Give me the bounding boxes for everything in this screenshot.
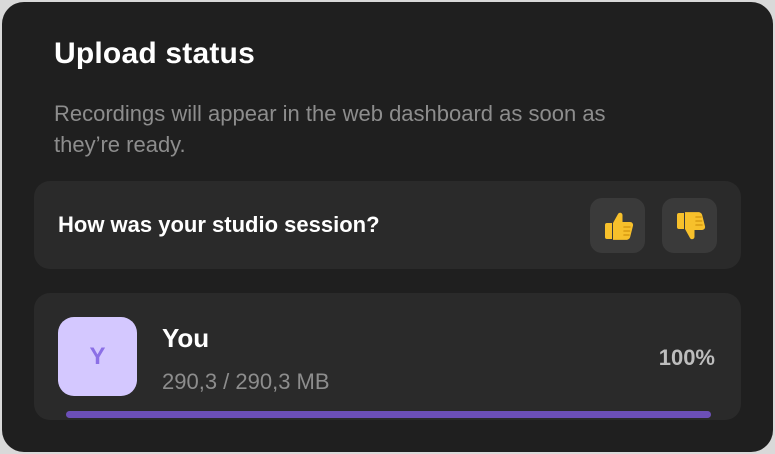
upload-item-card: Y You 290,3 / 290,3 MB 100% bbox=[34, 293, 741, 420]
upload-status-panel: Upload status Recordings will appear in … bbox=[2, 2, 773, 452]
upload-progress-fill bbox=[66, 411, 711, 418]
upload-percent: 100% bbox=[658, 345, 715, 370]
avatar: Y bbox=[58, 317, 137, 396]
feedback-question: How was your studio session? bbox=[58, 212, 380, 237]
participant-name: You bbox=[162, 323, 210, 353]
thumbs-up-button[interactable] bbox=[590, 198, 645, 253]
panel-subtitle: Recordings will appear in the web dashbo… bbox=[54, 101, 606, 157]
thumbs-up-icon bbox=[600, 208, 636, 244]
upload-progress-bar bbox=[66, 411, 711, 418]
thumbs-down-icon bbox=[672, 208, 708, 244]
thumbs-down-button[interactable] bbox=[662, 198, 717, 253]
upload-size: 290,3 / 290,3 MB bbox=[162, 369, 330, 394]
panel-title: Upload status bbox=[54, 37, 255, 70]
feedback-card: How was your studio session? bbox=[34, 181, 741, 269]
